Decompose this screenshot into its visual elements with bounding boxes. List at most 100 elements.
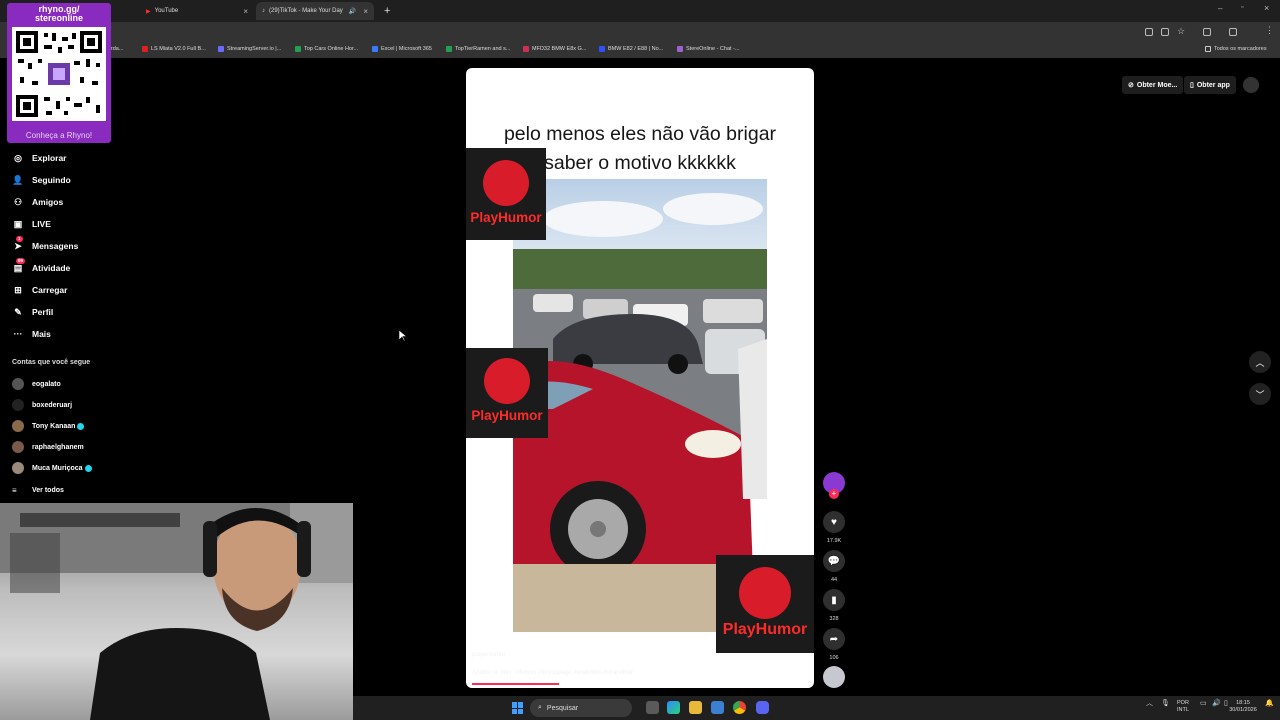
input-language[interactable]: POR INTL [1177,700,1189,714]
save-count: 328 [829,616,839,622]
sidebar-item-explorar[interactable]: ◎ Explorar [12,150,66,166]
account-item[interactable]: Muca Muriçoca [12,461,92,475]
translate-icon[interactable] [1145,28,1153,36]
overlay-url: rhyno.gg/ stereonline [34,4,83,23]
chrome-icon[interactable] [733,701,746,714]
share-button[interactable]: ➦ 106 [823,628,845,661]
volume-icon[interactable]: 🔊 [1212,700,1221,707]
sidebar-item-mensagens[interactable]: ➤ 1 Mensagens [12,236,78,254]
messages-badge: 1 [16,236,23,242]
sidebar-icon[interactable] [1229,28,1237,36]
network-icon[interactable]: ▭ [1200,700,1207,707]
sidebar-item-perfil[interactable]: ✎ Perfil [12,304,53,320]
file-explorer-icon[interactable] [689,701,702,714]
address-bar-row: ☆ ⋮ [0,22,1280,42]
account-item[interactable]: raphaelghanem [12,440,84,454]
discord-icon[interactable] [756,701,769,714]
smile-icon [739,567,791,619]
cast-icon[interactable] [1161,28,1169,36]
new-tab-button[interactable]: + [378,2,392,20]
bookmark-item[interactable]: StereOnline - Chat -... [677,46,740,52]
close-icon[interactable]: × [363,7,368,16]
speaker-icon[interactable]: 🔊 [349,8,356,15]
tiktok-icon: ♪ [262,8,265,14]
all-bookmarks[interactable]: Todos os marcadores [1205,46,1267,52]
comment-button[interactable]: 💬 44 [823,550,845,583]
sidebar-item-atividade[interactable]: ▤ 99 Atividade [12,258,70,276]
bookmark-item[interactable]: TopTierRamen and s... [446,46,510,52]
qr-code [12,27,106,121]
activity-icon: ▤ 99 [13,258,26,273]
get-coins-button[interactable]: ⊘ Obter Moe... [1122,76,1184,94]
verified-icon [77,422,85,430]
comment-icon: 💬 [823,550,845,572]
next-video-button[interactable]: ﹀ [1249,383,1271,405]
maximize-icon[interactable]: ▫ [1241,4,1243,11]
bookmark-icon [295,46,301,52]
close-window-icon[interactable]: × [1264,3,1269,13]
sidebar-item-amigos[interactable]: ⚇ Amigos [12,194,63,210]
verified-icon [84,464,92,472]
music-disc-button[interactable] [823,666,845,688]
avatar [12,441,24,453]
share-count: 106 [829,655,839,661]
upload-icon: ⊞ [14,284,22,295]
tab-tiktok[interactable]: ♪ (29)TikTok - Make Your Day 🔊 × [256,2,374,20]
bookmarks-bar: zda... LS Miata V2.0 Full B... Streaming… [0,42,1280,58]
get-app-button[interactable]: ▯ Obter app [1184,76,1236,94]
account-item[interactable]: Tony Kanaan [12,419,85,433]
taskbar-search[interactable]: ⌕ Pesquisar [530,699,632,717]
task-view-icon[interactable] [646,701,659,714]
star-icon[interactable]: ☆ [1177,26,1185,37]
youtube-icon: ▶ [146,8,151,15]
microphone-icon[interactable]: 🎙 [1161,700,1170,707]
creator-avatar-button[interactable]: + [823,472,845,499]
follow-plus-icon[interactable]: + [829,489,839,499]
compass-icon: ◎ [14,152,22,163]
close-icon[interactable]: × [243,7,248,16]
previous-video-button[interactable]: ︿ [1249,351,1271,373]
store-icon[interactable] [711,701,724,714]
minimize-icon[interactable]: – [1218,4,1222,13]
clock[interactable]: 18:15 30/01/2026 [1229,700,1257,714]
video-author[interactable]: playerhumor [472,652,505,658]
bookmark-item[interactable]: Excel | Microsoft 365 [372,46,432,52]
tab-youtube[interactable]: ▶ YouTube × [140,2,254,20]
account-item[interactable]: boxederuarj [12,398,72,412]
more-icon: ··· [13,329,23,339]
windows-start-icon[interactable] [512,702,524,714]
sidebar-item-seguindo[interactable]: 👤 Seguindo [12,172,70,188]
sidebar-item-live[interactable]: ▣ LIVE [12,216,51,232]
menu-icon[interactable]: ⋮ [1265,25,1274,36]
qr-overlay: rhyno.gg/ stereonline Conheça a Rhyno! [7,3,111,143]
coin-icon: ⊘ [1128,82,1134,89]
notification-bell-icon[interactable]: 🔔 [1265,700,1274,707]
copilot-icon[interactable] [667,701,680,714]
bookmark-item[interactable]: Top Cars Online Hor... [295,46,358,52]
sidebar-item-carregar[interactable]: ⊞ Carregar [12,282,67,298]
bookmark-item[interactable]: MFD32 BMW E8x G... [523,46,586,52]
bookmark-icon [523,46,529,52]
battery-icon[interactable]: ▯ [1224,700,1228,707]
bookmark-item[interactable]: LS Miata V2.0 Full B... [142,46,206,52]
browser-tab-bar: ▶ YouTube × ♪ (29)TikTok - Make Your Day… [0,0,1280,22]
extensions-icon[interactable] [1203,28,1211,36]
profile-icon: ✎ [14,306,22,317]
folder-icon [1205,46,1211,52]
like-button[interactable]: ♥ 17.9K [823,511,845,544]
video-player[interactable]: pelo menos eles não vão brigar saber o m… [466,68,814,688]
account-item[interactable]: eogalato [12,377,61,391]
save-button[interactable]: ▮ 328 [823,589,845,622]
see-all-link[interactable]: ≡ Ver todos [12,483,64,497]
heart-icon: ♥ [823,511,845,533]
bookmark-item[interactable]: zda... [110,46,123,52]
smile-icon [483,160,529,206]
sidebar-item-mais[interactable]: ··· Mais [12,326,51,342]
user-avatar[interactable] [1243,77,1259,93]
video-progress-bar[interactable] [472,683,808,685]
following-heading: Contas que você segue [12,359,91,366]
tray-chevron-icon[interactable]: ︿ [1146,700,1153,707]
bookmark-item[interactable]: StreamingServer.io |... [218,46,281,52]
chevron-down-icon: ﹀ [1255,389,1265,400]
bookmark-item[interactable]: BMW E82 / E88 | No... [599,46,663,52]
